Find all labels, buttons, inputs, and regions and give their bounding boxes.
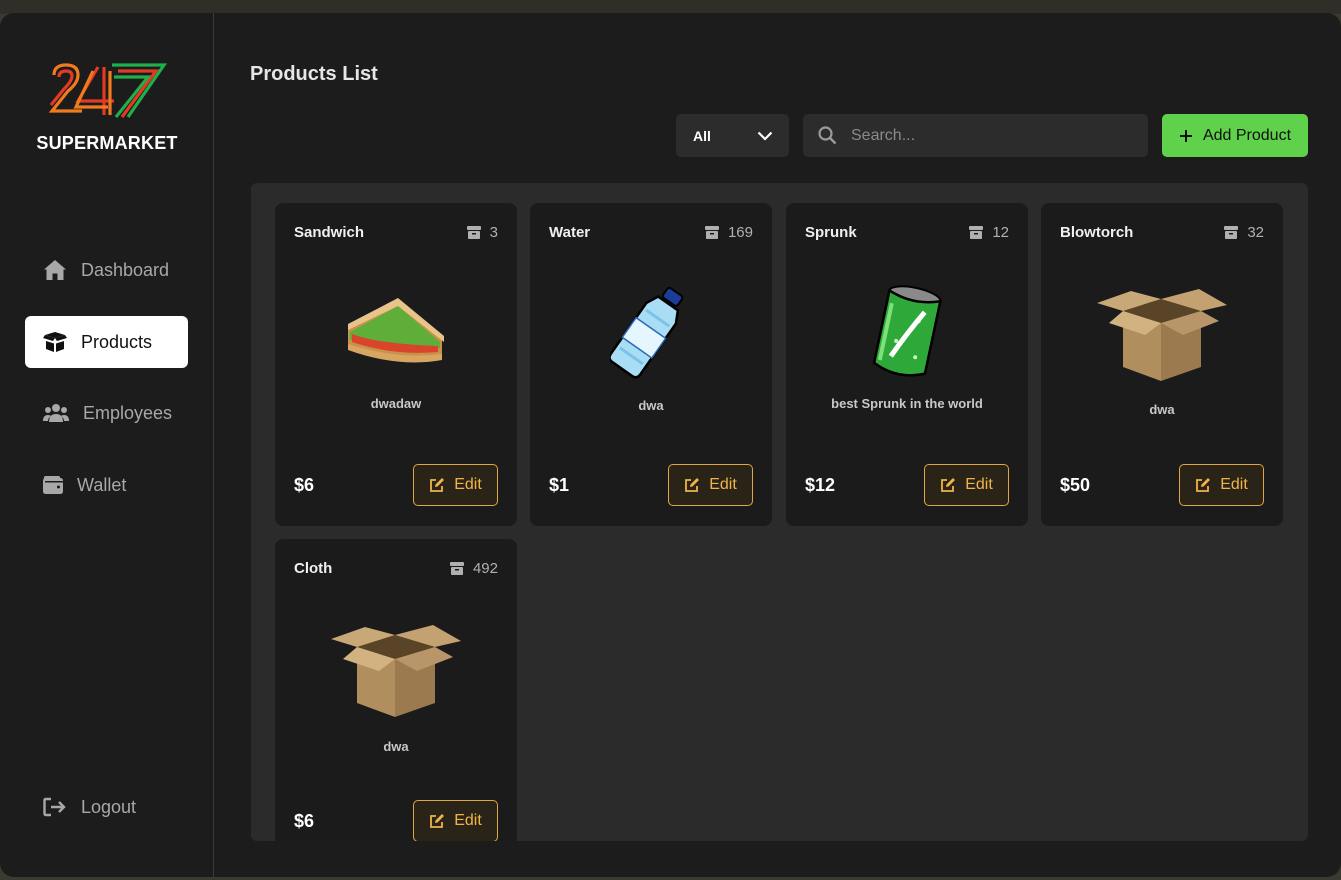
search-input[interactable]	[851, 126, 1131, 145]
product-name: Water	[549, 224, 591, 241]
logo-24-7	[48, 63, 168, 118]
product-name: Sprunk	[805, 224, 857, 241]
add-product-label: Add Product	[1202, 126, 1292, 144]
product-stock: 492	[449, 560, 498, 577]
product-stock: 32	[1224, 224, 1264, 241]
wallet-icon	[43, 476, 63, 494]
search-box	[803, 114, 1148, 157]
users-icon	[43, 404, 69, 422]
product-price: $50	[1060, 475, 1091, 495]
product-stock-count: 12	[992, 224, 1009, 241]
edit-label: Edit	[965, 476, 993, 493]
edit-product-button[interactable]: Edit	[668, 464, 753, 506]
edit-icon	[1196, 478, 1211, 492]
chevron-down-icon	[757, 131, 773, 141]
product-price: $12	[805, 475, 836, 495]
edit-icon	[941, 478, 956, 492]
filter-selected-value: All	[693, 127, 711, 144]
product-stock-count: 169	[727, 224, 753, 241]
product-name: Sandwich	[294, 224, 365, 241]
sidebar-item-dashboard[interactable]: Dashboard	[25, 244, 188, 296]
product-card: Blowtorch 32 dwa $50 Edit	[1041, 203, 1283, 526]
page-title: Products List	[250, 63, 378, 85]
app-window: SUPERMARKET Dashboard Products Employees…	[0, 13, 1341, 877]
product-description: dwadaw	[370, 396, 422, 411]
product-name: Blowtorch	[1060, 224, 1134, 241]
sidebar-item-wallet[interactable]: Wallet	[25, 459, 188, 511]
edit-icon	[685, 478, 700, 492]
product-card: Sprunk 12 best Sprunk in the world $12 E…	[786, 203, 1028, 526]
edit-product-button[interactable]: Edit	[924, 464, 1009, 506]
product-stock-count: 492	[472, 560, 498, 577]
product-stock-count: 32	[1247, 224, 1264, 241]
plus-icon	[1179, 129, 1192, 142]
cardboard-box-image	[275, 609, 517, 729]
edit-icon	[430, 814, 445, 828]
search-icon	[818, 126, 837, 145]
product-card: Sandwich 3 dwadaw $6 Edit	[275, 203, 517, 526]
product-price: $6	[294, 811, 315, 831]
product-description: dwa	[638, 398, 664, 413]
product-stock: 3	[466, 224, 498, 241]
box-icon	[704, 226, 719, 239]
sidebar-item-label: Products	[81, 331, 153, 352]
category-filter-select[interactable]: All	[676, 114, 789, 157]
sidebar-item-label: Wallet	[77, 474, 127, 495]
edit-label: Edit	[454, 476, 482, 493]
box-icon	[43, 332, 67, 352]
product-stock-count: 3	[489, 224, 498, 241]
home-icon	[44, 260, 66, 280]
edit-label: Edit	[709, 476, 737, 493]
box-icon	[466, 226, 481, 239]
logout-icon	[43, 797, 66, 817]
product-description: dwa	[383, 739, 409, 754]
edit-product-button[interactable]: Edit	[1179, 464, 1264, 506]
sidebar: SUPERMARKET Dashboard Products Employees…	[0, 13, 214, 877]
brand-name: SUPERMARKET	[36, 133, 178, 153]
sidebar-item-label: Employees	[83, 402, 173, 423]
sidebar-item-label: Dashboard	[81, 259, 170, 280]
edit-product-button[interactable]: Edit	[413, 800, 498, 841]
add-product-button[interactable]: Add Product	[1162, 114, 1308, 157]
logout-button[interactable]: Logout	[25, 781, 188, 833]
cardboard-box-image	[1041, 273, 1283, 393]
edit-label: Edit	[1220, 476, 1248, 493]
main-content: Products List All Add Product	[215, 13, 1341, 877]
products-panel: Sandwich 3 dwadaw $6 Edit Water 169 dwa …	[251, 183, 1308, 841]
sidebar-item-employees[interactable]: Employees	[25, 387, 188, 439]
edit-product-button[interactable]: Edit	[413, 464, 498, 506]
sprunk-can-image	[786, 273, 1028, 393]
box-icon	[449, 562, 464, 575]
product-description: dwa	[1149, 402, 1175, 417]
product-price: $6	[294, 475, 315, 495]
sidebar-item-products[interactable]: Products	[25, 316, 188, 368]
logout-label: Logout	[81, 796, 137, 817]
edit-label: Edit	[454, 812, 482, 829]
product-stock: 12	[969, 224, 1009, 241]
water-bottle-image	[530, 273, 772, 393]
product-description: best Sprunk in the world	[831, 396, 983, 411]
product-card: Water 169 dwa $1 Edit	[530, 203, 772, 526]
background-top	[0, 0, 1341, 14]
product-name: Cloth	[294, 560, 333, 577]
box-icon	[969, 226, 984, 239]
product-card: Cloth 492 dwa $6 Edit	[275, 539, 517, 841]
box-icon	[1224, 226, 1239, 239]
product-price: $1	[549, 475, 570, 495]
product-stock: 169	[704, 224, 753, 241]
edit-icon	[430, 478, 445, 492]
sandwich-image	[275, 273, 517, 393]
